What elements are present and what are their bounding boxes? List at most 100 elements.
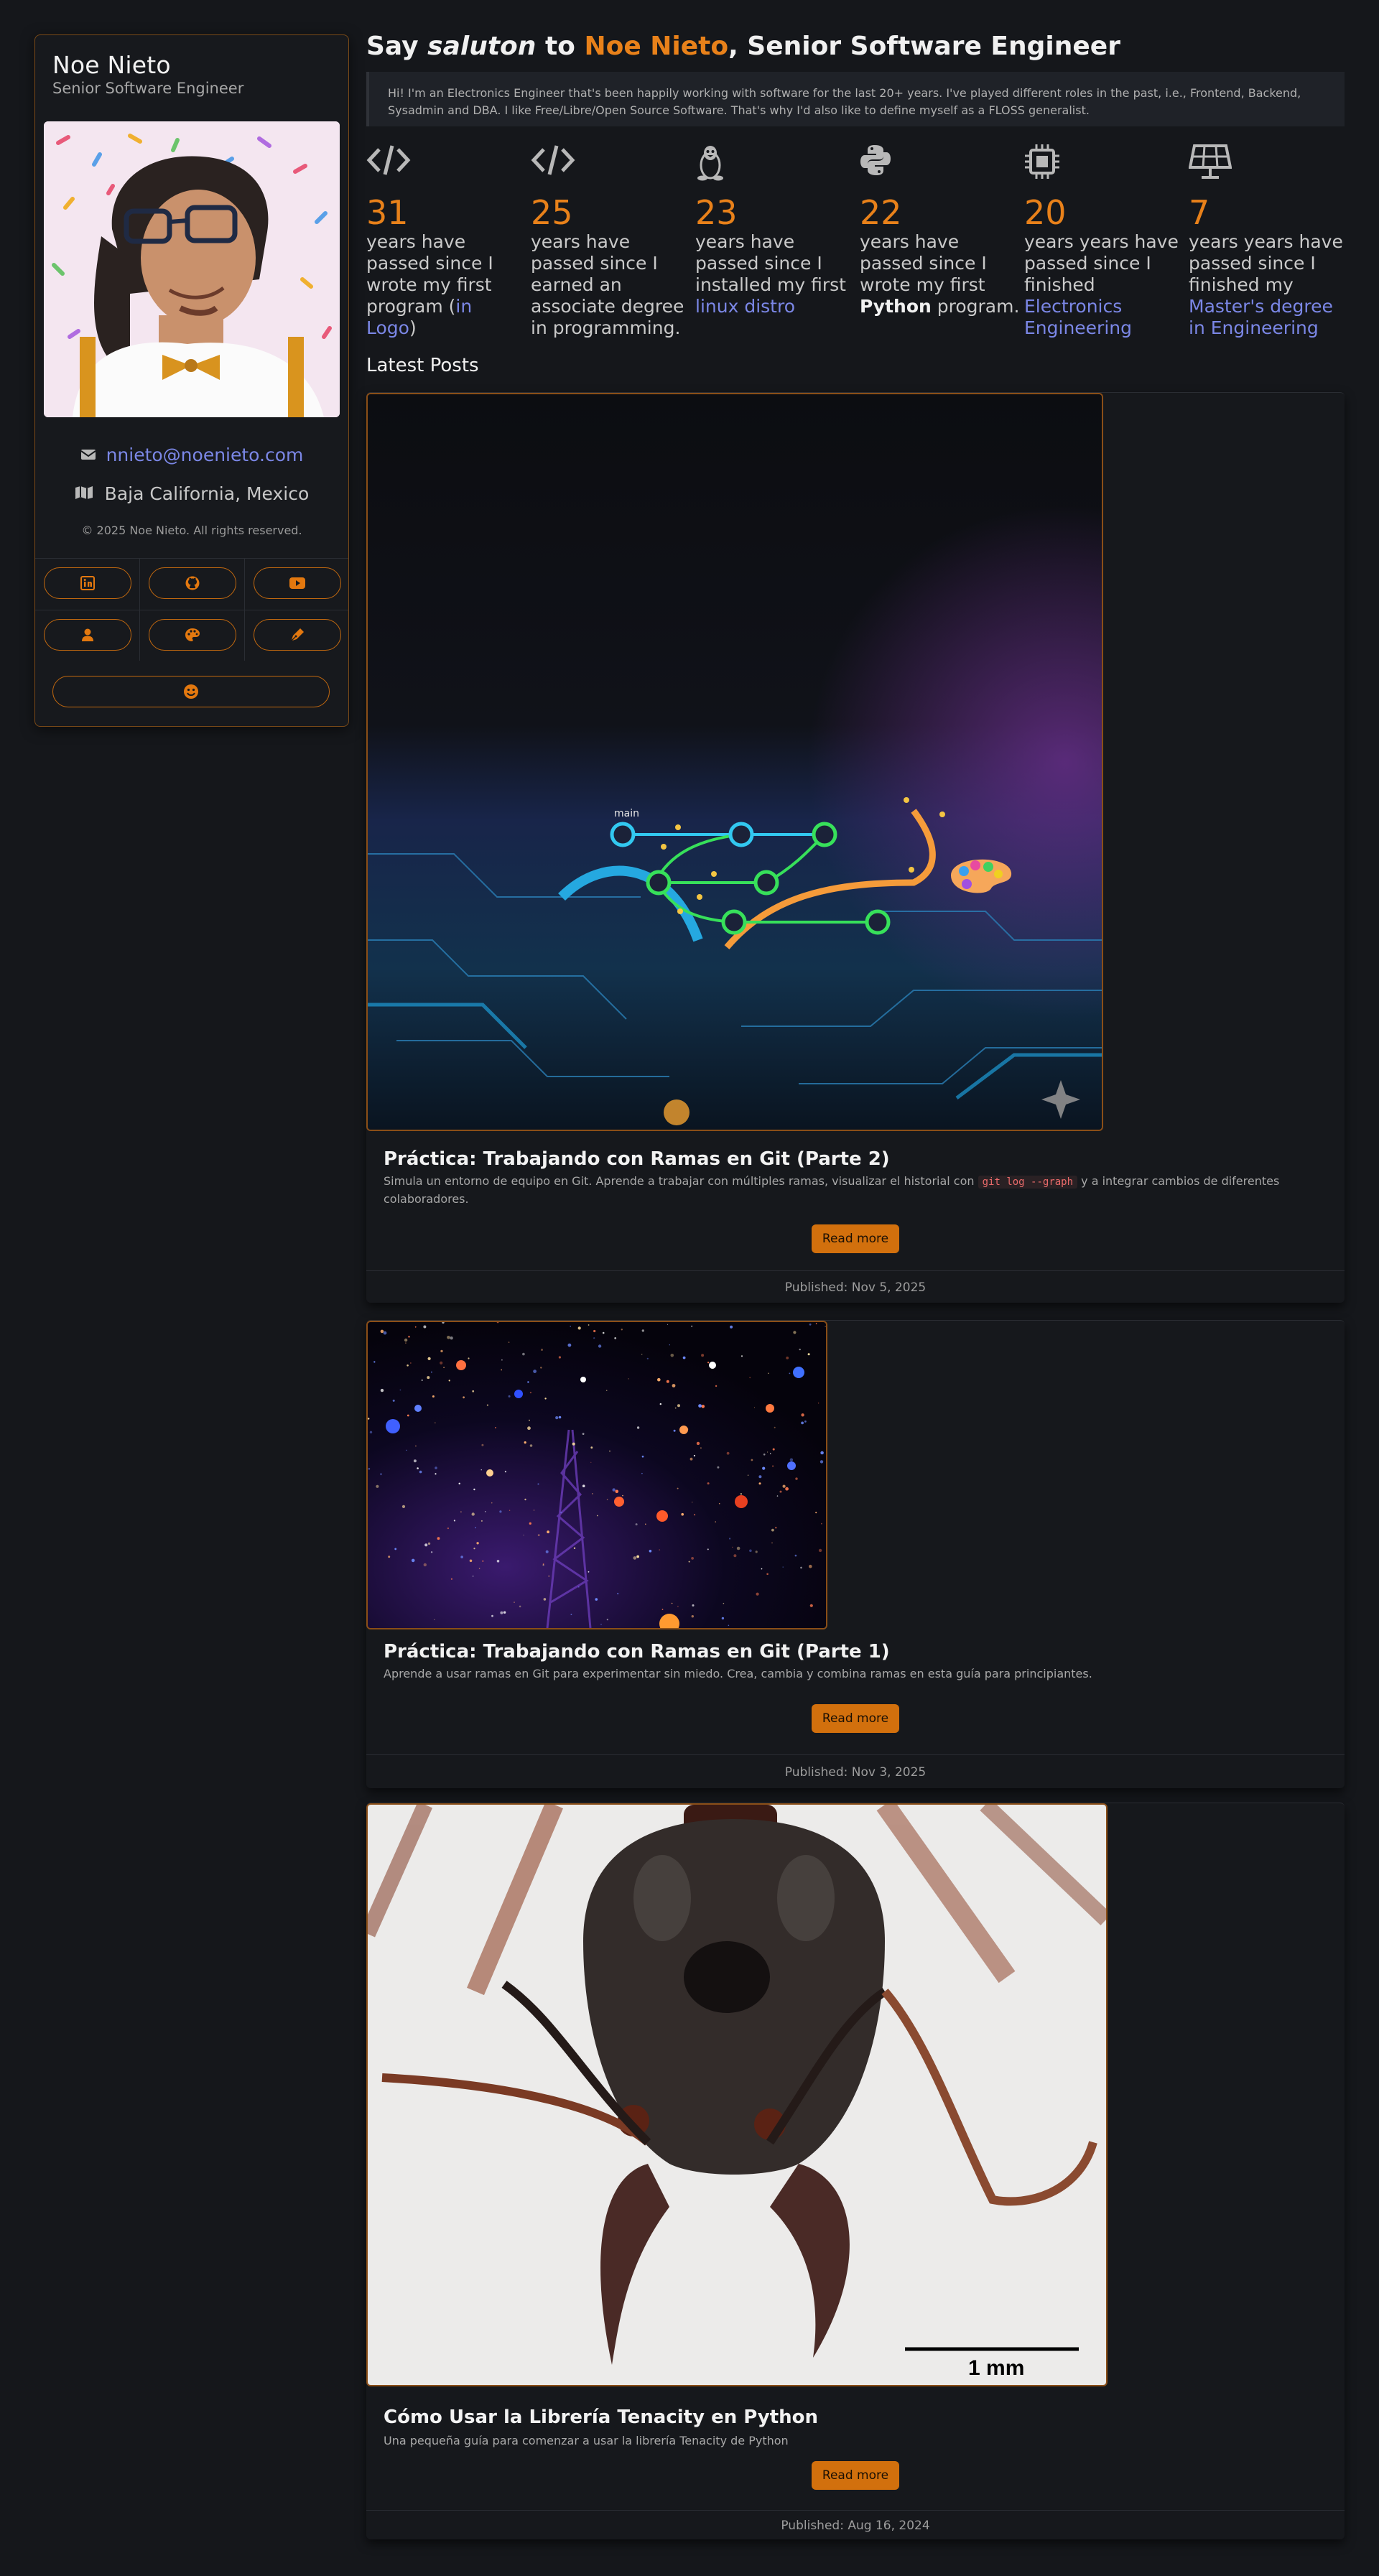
bokeh-dot [514, 1601, 515, 1603]
bokeh-dot [588, 1324, 590, 1326]
bokeh-dot [527, 1381, 529, 1383]
bokeh-dot [519, 1605, 521, 1608]
smile-icon [184, 684, 198, 699]
bokeh-dot [818, 1548, 822, 1553]
bokeh-dot [728, 1624, 730, 1627]
bokeh-dot [740, 1355, 743, 1357]
art-button[interactable] [149, 619, 236, 651]
bokeh-dot [401, 1505, 406, 1508]
bokeh-dot [440, 1349, 443, 1353]
bokeh-dot [793, 1331, 797, 1334]
bokeh-dot [772, 1465, 774, 1467]
bokeh-dot [417, 1467, 419, 1469]
bokeh-dot [380, 1388, 384, 1392]
page-title: Say saluton to Noe Nieto, Senior Softwar… [366, 32, 1120, 61]
bokeh-dot [414, 1445, 417, 1447]
bokeh-dot [636, 1426, 640, 1429]
bokeh-dot [721, 1617, 725, 1620]
bokeh-dot [707, 1362, 710, 1364]
bokeh-dot [453, 1520, 455, 1522]
bokeh-dot [508, 1395, 511, 1398]
post-title[interactable]: Práctica: Trabajando con Ramas en Git (P… [384, 1641, 890, 1663]
palette-icon [185, 628, 200, 641]
email-link[interactable]: nnieto@noenieto.com [106, 445, 304, 465]
bokeh-dot [501, 1369, 503, 1371]
bokeh-dot [670, 1354, 674, 1357]
bokeh-dot [763, 1454, 766, 1456]
bokeh-dot [383, 1331, 387, 1335]
bokeh-dot [820, 1451, 824, 1455]
bokeh-dot [730, 1325, 733, 1329]
bokeh-dot [447, 1528, 449, 1530]
bokeh-dot [677, 1606, 679, 1607]
bokeh-dot [463, 1396, 465, 1399]
bokeh-dot [819, 1460, 824, 1464]
bokeh-dot [794, 1554, 797, 1557]
bokeh-dot [726, 1451, 730, 1455]
bokeh-dot [789, 1458, 794, 1461]
bokeh-dot [424, 1543, 428, 1547]
stat-electronics: 20 years years have passed since I finis… [1024, 144, 1185, 339]
bokeh-dot [751, 1459, 753, 1461]
title-role: , Senior Software Engineer [728, 32, 1120, 61]
bokeh-dot [690, 1457, 693, 1461]
post-image-git-branches[interactable]: main [366, 393, 1103, 1131]
post-title[interactable]: Cómo Usar la Librería Tenacity en Python [384, 2407, 818, 2428]
bokeh-dot [406, 1449, 407, 1451]
linkedin-icon [80, 576, 95, 590]
bokeh-dot [573, 1547, 576, 1549]
post-title[interactable]: Práctica: Trabajando con Ramas en Git (P… [384, 1148, 890, 1170]
solar-panel-icon [1188, 144, 1350, 181]
github-button[interactable] [149, 567, 236, 599]
bokeh-dot [509, 1510, 511, 1511]
bokeh-dot [432, 1395, 435, 1398]
read-more-button[interactable]: Read more [812, 1224, 899, 1253]
bokeh-dot [588, 1571, 590, 1573]
bokeh-dot [605, 1390, 608, 1391]
youtube-button[interactable] [254, 567, 341, 599]
about-button[interactable] [44, 619, 131, 651]
post-image-bokeh[interactable] [366, 1321, 827, 1629]
bokeh-dot [558, 1356, 561, 1359]
stat-first-program: 31 years have passed since I wrote my fi… [366, 144, 527, 339]
read-more-button[interactable]: Read more [812, 1704, 899, 1733]
post-image-ant[interactable]: 1 mm [366, 1803, 1108, 2386]
masters-link[interactable]: Master's degree in Engineering [1189, 296, 1333, 338]
bokeh-dot [427, 1542, 431, 1545]
stat-description: years have passed since I wrote my first… [860, 231, 1020, 317]
bokeh-dot [448, 1380, 450, 1382]
bokeh-dot [768, 1372, 769, 1374]
stat-masters: 7 years years have passed since I finish… [1188, 144, 1350, 339]
bokeh-dot [674, 1407, 677, 1409]
bokeh-dot [450, 1578, 452, 1580]
bokeh-dot [779, 1490, 782, 1493]
bokeh-dot [595, 1598, 598, 1601]
bokeh-dot [405, 1342, 407, 1344]
post-date: Published: Nov 5, 2025 [366, 1270, 1345, 1303]
linux-distro-link[interactable]: linux distro [695, 296, 795, 317]
github-icon [185, 576, 200, 590]
bokeh-dot [740, 1493, 742, 1495]
electronics-link[interactable]: Electronics Engineering [1024, 296, 1132, 338]
bokeh-dot [582, 1433, 585, 1435]
bokeh-dot [558, 1415, 562, 1419]
bokeh-dot [666, 1380, 669, 1383]
linkedin-button[interactable] [44, 567, 131, 599]
stat-value: 22 [860, 193, 902, 232]
bokeh-dot [809, 1604, 813, 1607]
bokeh-dot [476, 1542, 479, 1545]
bokeh-dot [529, 1522, 531, 1525]
bokeh-dot [478, 1568, 480, 1569]
bokeh-dot [606, 1619, 608, 1621]
bokeh-dot [761, 1568, 763, 1570]
bokeh-dot [729, 1538, 731, 1540]
bokeh-dot [447, 1336, 450, 1339]
bokeh-dot [435, 1422, 436, 1423]
fun-button[interactable] [52, 676, 330, 707]
blog-button[interactable] [254, 619, 341, 651]
bokeh-dot [380, 1473, 382, 1476]
bokeh-dot [388, 1556, 391, 1558]
read-more-button[interactable]: Read more [812, 2461, 899, 2490]
bokeh-dot [756, 1592, 759, 1596]
bokeh-dot [495, 1427, 496, 1428]
